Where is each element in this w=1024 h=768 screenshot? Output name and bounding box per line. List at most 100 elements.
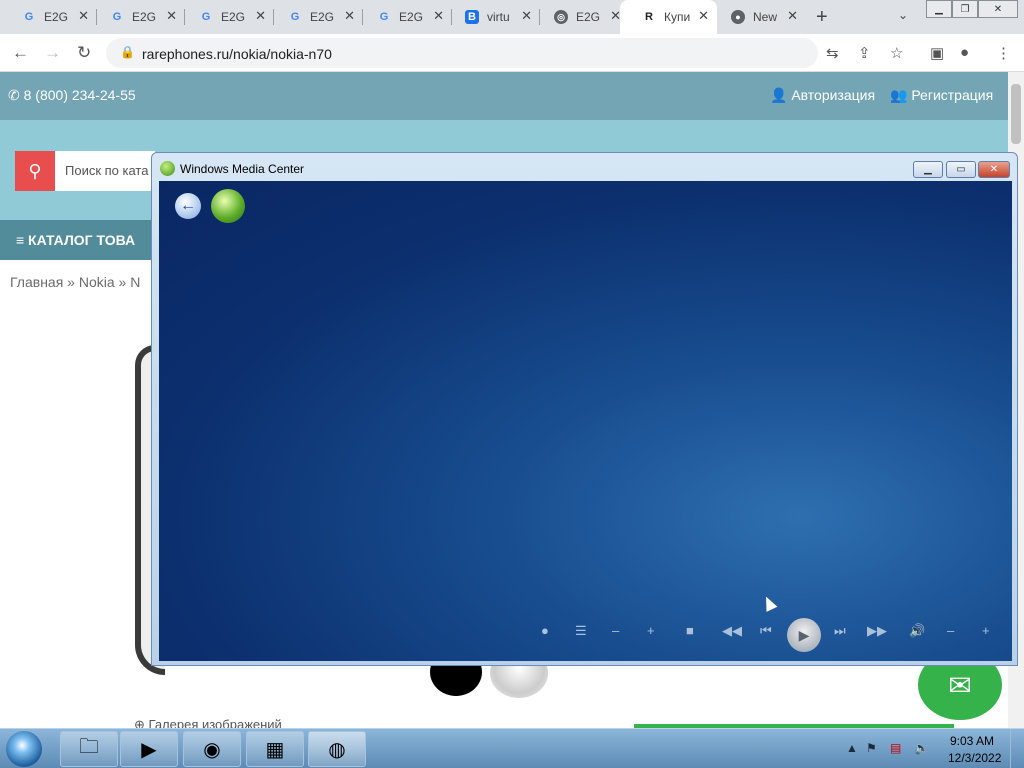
close-tab-icon[interactable]: ✕: [255, 8, 266, 24]
clock-time[interactable]: 9:03 AM: [950, 734, 994, 748]
login-link[interactable]: 👤 Авторизация: [770, 87, 875, 104]
close-window-button[interactable]: ✕: [978, 0, 1018, 18]
phone-number[interactable]: ✆ 8 (800) 234-24-55: [8, 87, 136, 104]
media-center-window: Windows Media Center ▁ ▭ ✕ ← ● ☰ – + ■ ◀…: [151, 152, 1018, 666]
taskbar: 🗀 ▶ ◉ ▦ ◍ ▲ ⚑ ▤ 🔈 9:03 AM 12/3/2022: [0, 728, 1024, 768]
channel-down-icon[interactable]: –: [612, 623, 619, 638]
globe-icon: ◎: [554, 10, 568, 24]
phone-text: 8 (800) 234-24-55: [23, 87, 136, 103]
bing-icon: B: [465, 10, 479, 24]
site-favicon-icon: R: [645, 11, 653, 23]
tab-label: E2G: [399, 10, 424, 24]
tab-6[interactable]: B virtu ✕: [443, 0, 540, 34]
register-text: Регистрация: [911, 87, 994, 103]
rewind-icon[interactable]: ◀◀: [722, 623, 742, 639]
restore-button[interactable]: ❐: [952, 0, 978, 18]
lock-icon[interactable]: 🔒: [120, 45, 135, 59]
search-button[interactable]: ⚲: [15, 151, 55, 191]
forward-arrow-icon[interactable]: →: [44, 43, 61, 63]
site-header: ✆ 8 (800) 234-24-55 👤 Авторизация 👥 Реги…: [0, 72, 1008, 120]
wmc-maximize-button[interactable]: ▭: [946, 161, 976, 178]
tab-search-chevron-icon[interactable]: ⌄: [898, 8, 908, 22]
minimize-button[interactable]: ▁: [926, 0, 952, 18]
address-bar[interactable]: 🔒 rarephones.ru/nokia/nokia-n70: [106, 38, 818, 68]
tab-label: E2G: [310, 10, 335, 24]
start-button[interactable]: [6, 731, 42, 767]
record-icon[interactable]: ●: [541, 623, 549, 638]
browser-toolbar: ← → ↻ 🔒 rarephones.ru/nokia/nokia-n70 ⇆ …: [0, 34, 1024, 72]
play-button[interactable]: ▶: [787, 618, 821, 652]
network-icon[interactable]: ▤: [890, 741, 901, 755]
profile-avatar-icon[interactable]: ●: [960, 44, 969, 61]
back-arrow-icon[interactable]: ←: [12, 43, 29, 63]
clock-date[interactable]: 12/3/2022: [948, 751, 1001, 765]
tab-label: E2G: [576, 10, 601, 24]
mute-volume-icon[interactable]: 🔊: [909, 623, 925, 639]
media-center-icon: [160, 161, 175, 176]
volume-up-icon[interactable]: +: [982, 623, 990, 638]
show-desktop-button[interactable]: [1010, 729, 1024, 768]
search-icon: ⚲: [28, 160, 42, 181]
new-tab-button[interactable]: +: [816, 6, 828, 29]
tab-4[interactable]: G E2G ✕: [266, 0, 363, 34]
side-panel-icon[interactable]: ▣: [930, 44, 944, 62]
tab-label: Купи: [664, 10, 691, 24]
window-title: Windows Media Center: [180, 162, 305, 176]
tab-strip: G E2G ✕ G E2G ✕ G E2G ✕ G E2G ✕ G E2G ✕ …: [0, 0, 1024, 34]
google-icon: G: [112, 11, 122, 23]
login-text: Авторизация: [791, 87, 876, 103]
chrome-taskbar-icon[interactable]: ◉: [183, 731, 241, 767]
tab-label: E2G: [44, 10, 69, 24]
skip-back-icon[interactable]: ⏮: [760, 623, 772, 639]
tab-7[interactable]: ◎ E2G ✕: [532, 0, 629, 34]
close-tab-icon[interactable]: ✕: [344, 8, 355, 24]
scrollbar-thumb[interactable]: [1011, 84, 1021, 144]
translate-icon[interactable]: ⇆: [826, 44, 839, 62]
close-tab-icon[interactable]: ✕: [521, 8, 532, 24]
google-icon: G: [24, 11, 34, 23]
guide-list-icon[interactable]: ☰: [575, 623, 587, 639]
volume-down-icon[interactable]: –: [947, 623, 954, 638]
catalog-menu-button[interactable]: ≡ КАТАЛОГ ТОВА: [0, 220, 152, 260]
media-center-taskbar-icon[interactable]: ◍: [308, 731, 366, 767]
chrome-icon: ●: [731, 10, 745, 24]
menu-kebab-icon[interactable]: ⋮: [996, 44, 1011, 62]
bookmark-star-icon[interactable]: ☆: [890, 44, 903, 62]
chat-icon: ✉: [948, 669, 972, 701]
close-tab-icon[interactable]: ✕: [787, 8, 798, 24]
wmc-minimize-button[interactable]: ▁: [913, 161, 943, 178]
channel-up-icon[interactable]: +: [647, 623, 655, 638]
action-center-icon[interactable]: ⚑: [866, 741, 877, 755]
breadcrumb: Главная » Nokia » N: [10, 274, 141, 290]
volume-icon[interactable]: 🔈: [914, 741, 929, 755]
close-tab-icon[interactable]: ✕: [698, 8, 709, 24]
tab-9[interactable]: ● New ✕: [709, 0, 806, 34]
skip-forward-icon[interactable]: ⏭: [834, 623, 846, 639]
tab-2[interactable]: G E2G ✕: [88, 0, 185, 34]
url-text[interactable]: rarephones.ru/nokia/nokia-n70: [142, 46, 332, 62]
show-hidden-icons-icon[interactable]: ▲: [846, 741, 858, 755]
stop-icon[interactable]: ■: [686, 623, 694, 638]
windows-logo-icon[interactable]: [211, 189, 245, 223]
media-player-taskbar-icon[interactable]: ▶: [120, 731, 178, 767]
register-link[interactable]: 👥 Регистрация: [890, 87, 993, 104]
fast-forward-icon[interactable]: ▶▶: [867, 623, 887, 639]
tab-3[interactable]: G E2G ✕: [177, 0, 274, 34]
wmc-close-button[interactable]: ✕: [978, 161, 1010, 178]
tab-label: virtu: [487, 10, 510, 24]
control-panel-taskbar-icon[interactable]: ▦: [246, 731, 304, 767]
media-center-content[interactable]: ← ● ☰ – + ■ ◀◀ ⏮ ▶ ⏭ ▶▶ 🔊 – +: [159, 181, 1012, 661]
tab-8-active[interactable]: R Купи ✕: [620, 0, 717, 34]
reload-icon[interactable]: ↻: [77, 43, 91, 63]
play-icon: ▶: [798, 626, 810, 643]
google-icon: G: [379, 11, 389, 23]
explorer-taskbar-icon[interactable]: 🗀: [60, 731, 118, 767]
search-input[interactable]: Поиск по ката: [55, 151, 155, 191]
tab-label: E2G: [132, 10, 157, 24]
back-arrow-icon[interactable]: ←: [175, 193, 201, 219]
google-icon: G: [290, 11, 300, 23]
tab-5[interactable]: G E2G ✕: [355, 0, 452, 34]
tab-1[interactable]: G E2G ✕: [0, 0, 97, 34]
close-tab-icon[interactable]: ✕: [166, 8, 177, 24]
share-icon[interactable]: ⇪: [858, 44, 871, 62]
